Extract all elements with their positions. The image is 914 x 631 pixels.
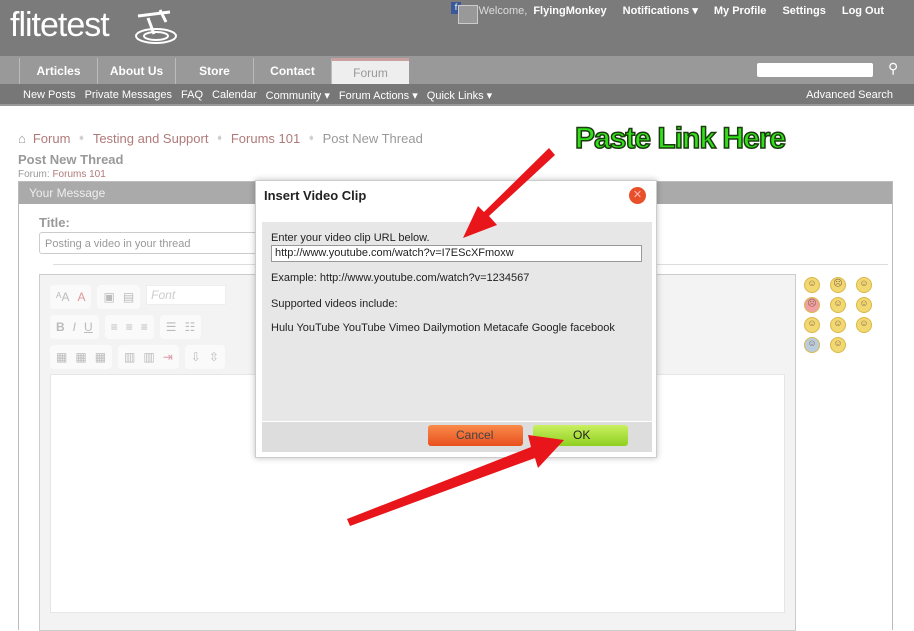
insert-video-dialog: Insert Video Clip ✕ Enter your video cli… <box>255 180 657 458</box>
separator-icon: ➧ <box>307 133 316 144</box>
avatar[interactable] <box>458 5 478 24</box>
title-input[interactable]: Posting a video in your thread <box>39 232 279 254</box>
frown-icon[interactable]: ☹ <box>830 277 846 293</box>
italic-icon[interactable]: I <box>73 320 76 334</box>
search-input[interactable] <box>757 63 873 77</box>
ok-button[interactable]: OK <box>533 425 628 446</box>
font-select[interactable]: Font <box>146 285 227 305</box>
notifications-link[interactable]: Notifications ▾ <box>623 4 698 17</box>
logout-link[interactable]: Log Out <box>842 5 884 17</box>
forum-link[interactable]: Forums 101 <box>52 169 105 180</box>
title-label: Title: <box>39 215 70 230</box>
supported-label: Supported videos include: <box>271 298 398 310</box>
separator-icon: ➧ <box>215 133 224 144</box>
tab-contact[interactable]: Contact <box>253 58 331 84</box>
faq-link[interactable]: FAQ <box>181 89 203 102</box>
paste-word-icon[interactable]: ▤ <box>123 290 134 304</box>
main-nav: Articles About Us Store Contact Forum ⚲ <box>0 56 914 84</box>
insert-col-icon[interactable]: ▥ <box>143 350 154 364</box>
insert-row-icon[interactable]: ▥ <box>124 350 135 364</box>
merge-cell-icon[interactable]: ⇳ <box>209 350 219 364</box>
breadcrumb-current: Post New Thread <box>322 131 423 146</box>
tab-forum[interactable]: Forum <box>331 58 409 84</box>
mad-icon[interactable]: ☹ <box>804 297 820 313</box>
private-messages-link[interactable]: Private Messages <box>85 89 172 102</box>
sub-nav: New Posts Private Messages FAQ Calendar … <box>0 84 914 106</box>
breadcrumb-testing[interactable]: Testing and Support <box>93 131 209 146</box>
site-header: flitetest f Welcome, FlyingMonkey Notifi… <box>0 0 914 56</box>
tongue-icon[interactable]: ☺ <box>830 297 846 313</box>
unordered-list-icon[interactable]: ☷ <box>185 320 196 334</box>
cool-icon[interactable]: ☺ <box>830 317 846 333</box>
biggrin-icon[interactable]: ☺ <box>804 317 820 333</box>
paste-icon[interactable]: ▣ <box>103 290 114 304</box>
tab-store[interactable]: Store <box>175 58 253 84</box>
forum-label: Forum: <box>18 169 50 180</box>
url-prompt: Enter your video clip URL below. <box>271 232 430 244</box>
delete-row-icon[interactable]: ⇥ <box>163 350 173 364</box>
forum-info: Forum: Forums 101 <box>18 169 106 180</box>
separator-icon: ➧ <box>77 133 86 144</box>
smilies: ☺ ☹ ☺ ☹ ☺ ☺ ☺ ☺ ☺ ☺ ☺ <box>804 277 878 353</box>
logo[interactable]: flitetest <box>10 6 110 45</box>
breadcrumb-forum[interactable]: Forum <box>33 131 71 146</box>
logo-plane-icon <box>135 9 177 44</box>
forum-actions-menu[interactable]: Forum Actions ▾ <box>339 89 418 102</box>
supported-list: Hulu YouTube YouTube Vimeo Dailymotion M… <box>271 322 615 334</box>
confused-icon[interactable]: ☺ <box>856 317 872 333</box>
video-url-input[interactable]: http://www.youtube.com/watch?v=I7EScXFmo… <box>271 245 642 262</box>
align-left-icon[interactable]: ≡ <box>111 320 118 334</box>
laugh-icon[interactable]: ☺ <box>856 297 872 313</box>
search-icon[interactable]: ⚲ <box>888 60 898 77</box>
my-profile-link[interactable]: My Profile <box>714 5 767 17</box>
calendar-link[interactable]: Calendar <box>212 89 257 102</box>
eek-icon[interactable]: ☺ <box>804 337 820 353</box>
cancel-label: Cancel <box>456 428 494 442</box>
table-props-icon[interactable]: ▦ <box>75 350 86 364</box>
underline-icon[interactable]: U <box>84 320 93 334</box>
breadcrumb: ⌂ Forum ➧ Testing and Support ➧ Forums 101… <box>18 131 423 146</box>
username-link[interactable]: FlyingMonkey <box>533 5 606 17</box>
font-size-icon[interactable]: ᴬA <box>56 290 69 304</box>
example-text: Example: http://www.youtube.com/watch?v=… <box>271 272 530 284</box>
split-cell-icon[interactable]: ⇩ <box>191 350 201 364</box>
annotation-text: Paste Link Here <box>574 121 787 156</box>
align-right-icon[interactable]: ≡ <box>141 320 148 334</box>
settings-link[interactable]: Settings <box>782 5 825 17</box>
ordered-list-icon[interactable]: ☰ <box>166 320 177 334</box>
community-menu[interactable]: Community ▾ <box>266 89 330 102</box>
new-posts-link[interactable]: New Posts <box>23 89 76 102</box>
table-icon[interactable]: ▦ <box>56 350 67 364</box>
dialog-title: Insert Video Clip <box>264 188 367 203</box>
advanced-search-link[interactable]: Advanced Search <box>806 89 893 101</box>
welcome-text: Welcome, <box>478 4 528 17</box>
breadcrumb-forums-101[interactable]: Forums 101 <box>231 131 300 146</box>
ok-label: OK <box>573 428 591 442</box>
redface-icon[interactable]: ☺ <box>830 337 846 353</box>
align-center-icon[interactable]: ≡ <box>126 320 133 334</box>
home-icon[interactable]: ⌂ <box>18 131 26 146</box>
tab-articles[interactable]: Articles <box>19 58 97 84</box>
tab-about-us[interactable]: About Us <box>97 58 175 84</box>
smile-icon[interactable]: ☺ <box>804 277 820 293</box>
font-color-icon[interactable]: A <box>77 290 85 304</box>
bold-icon[interactable]: B <box>56 320 65 334</box>
page-title: Post New Thread <box>18 152 124 167</box>
cancel-button[interactable]: Cancel <box>428 425 523 446</box>
quick-links-menu[interactable]: Quick Links ▾ <box>427 89 492 102</box>
delete-table-icon[interactable]: ▦ <box>95 350 106 364</box>
close-icon[interactable]: ✕ <box>629 187 646 204</box>
wink-icon[interactable]: ☺ <box>856 277 872 293</box>
